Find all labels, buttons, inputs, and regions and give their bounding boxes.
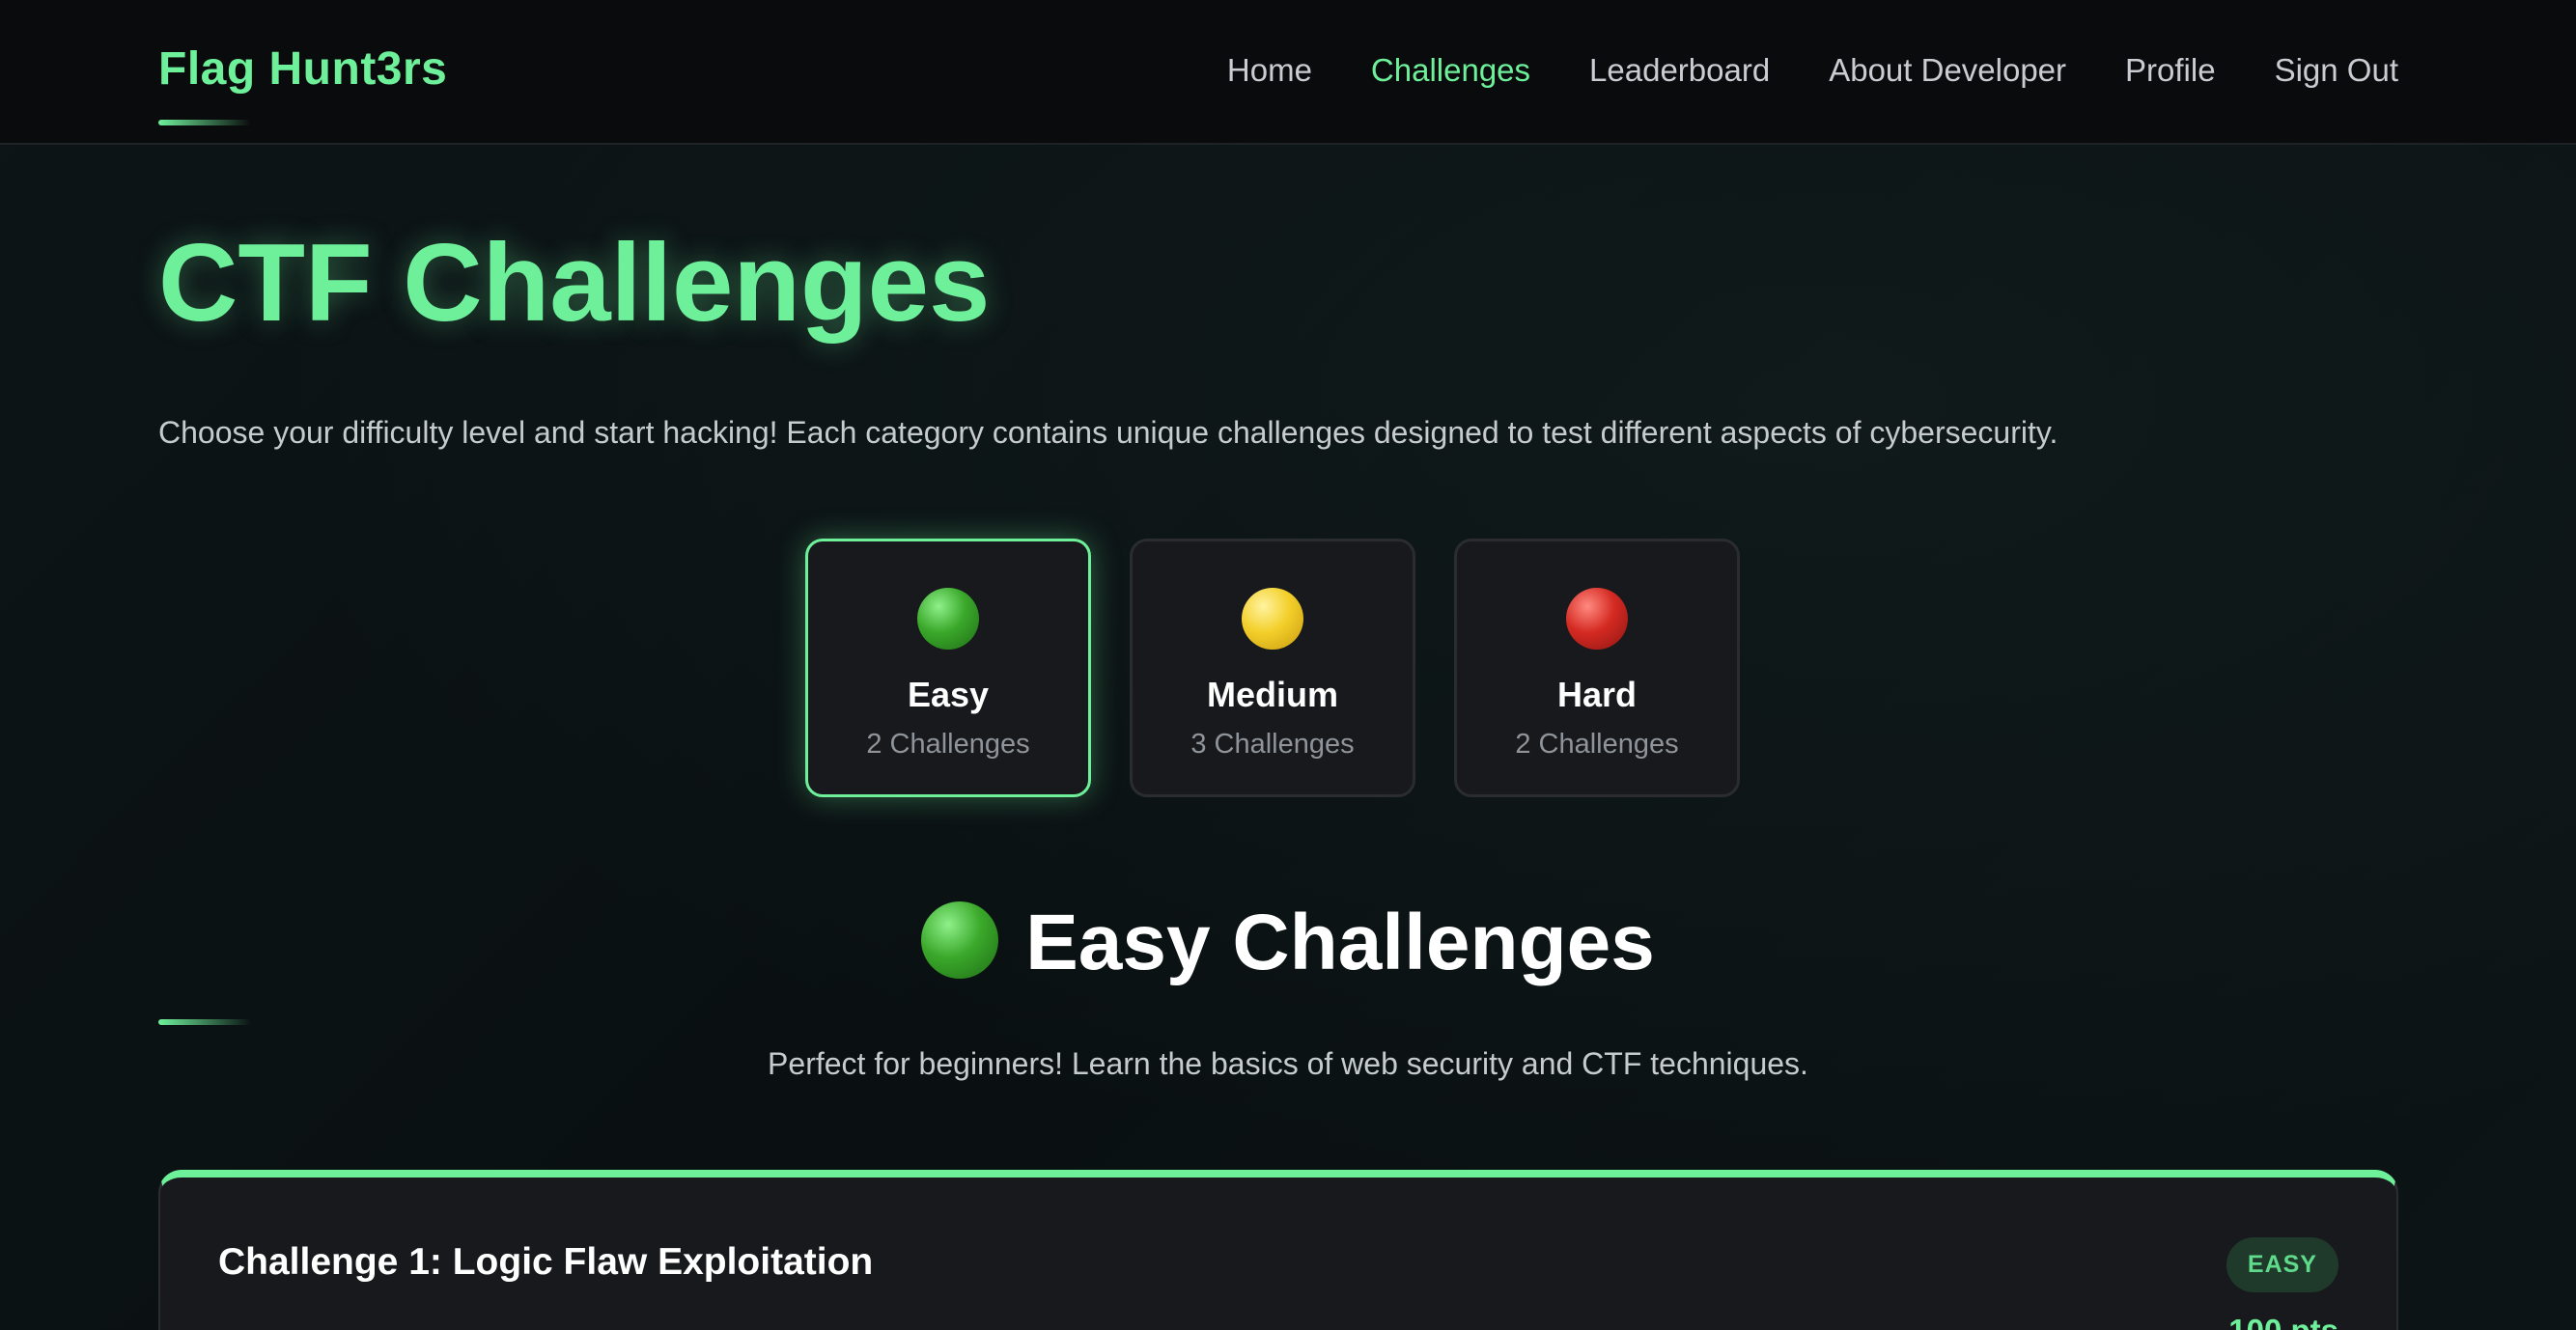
difficulty-badge: EASY: [2226, 1237, 2338, 1292]
page-description: Choose your difficulty level and start h…: [158, 415, 2058, 450]
difficulty-label: Medium: [1206, 675, 1338, 714]
section-title-text: Easy Challenges: [1025, 899, 1655, 986]
challenge-card[interactable]: Challenge 1: Logic Flaw Exploitation EAS…: [158, 1170, 2398, 1330]
difficulty-card-easy[interactable]: Easy 2 Challenges: [805, 539, 1091, 797]
page: Flag Hunt3rs Home Challenges Leaderboard…: [0, 0, 2576, 1330]
nav-link-challenges[interactable]: Challenges: [1371, 52, 1530, 89]
difficulty-label: Hard: [1556, 675, 1638, 714]
yellow-circle-icon: [1242, 588, 1303, 650]
difficulty-count: 3 Challenges: [1190, 729, 1355, 760]
brand-underline: [158, 120, 251, 125]
difficulty-count: 2 Challenges: [866, 729, 1030, 760]
challenge-points: 100 pts: [2228, 1313, 2338, 1330]
difficulty-count: 2 Challenges: [1515, 729, 1679, 760]
difficulty-label: Easy: [907, 675, 990, 714]
difficulty-card-medium[interactable]: Medium 3 Challenges: [1130, 539, 1415, 797]
nav-link-profile[interactable]: Profile: [2125, 52, 2216, 89]
red-circle-icon: [1566, 588, 1628, 650]
brand-logo[interactable]: Flag Hunt3rs: [158, 42, 447, 96]
nav-link-home[interactable]: Home: [1227, 52, 1312, 89]
section-title: Easy Challenges: [0, 898, 2576, 988]
difficulty-card-hard[interactable]: Hard 2 Challenges: [1454, 539, 1740, 797]
nav-links: Home Challenges Leaderboard About Develo…: [1227, 52, 2398, 89]
green-circle-icon: [921, 901, 999, 979]
challenge-title: Challenge 1: Logic Flaw Exploitation: [218, 1241, 874, 1283]
nav-link-about-developer[interactable]: About Developer: [1829, 52, 2066, 89]
section-underline: [158, 1019, 251, 1025]
nav-link-leaderboard[interactable]: Leaderboard: [1589, 52, 1770, 89]
nav-link-sign-out[interactable]: Sign Out: [2275, 52, 2398, 89]
page-title: CTF Challenges: [158, 222, 991, 345]
difficulty-selector: Easy 2 Challenges Medium 3 Challenges Ha…: [805, 539, 1740, 797]
section-description: Perfect for beginners! Learn the basics …: [768, 1046, 1808, 1081]
top-navbar: Flag Hunt3rs Home Challenges Leaderboard…: [0, 0, 2576, 145]
green-circle-icon: [917, 588, 979, 650]
